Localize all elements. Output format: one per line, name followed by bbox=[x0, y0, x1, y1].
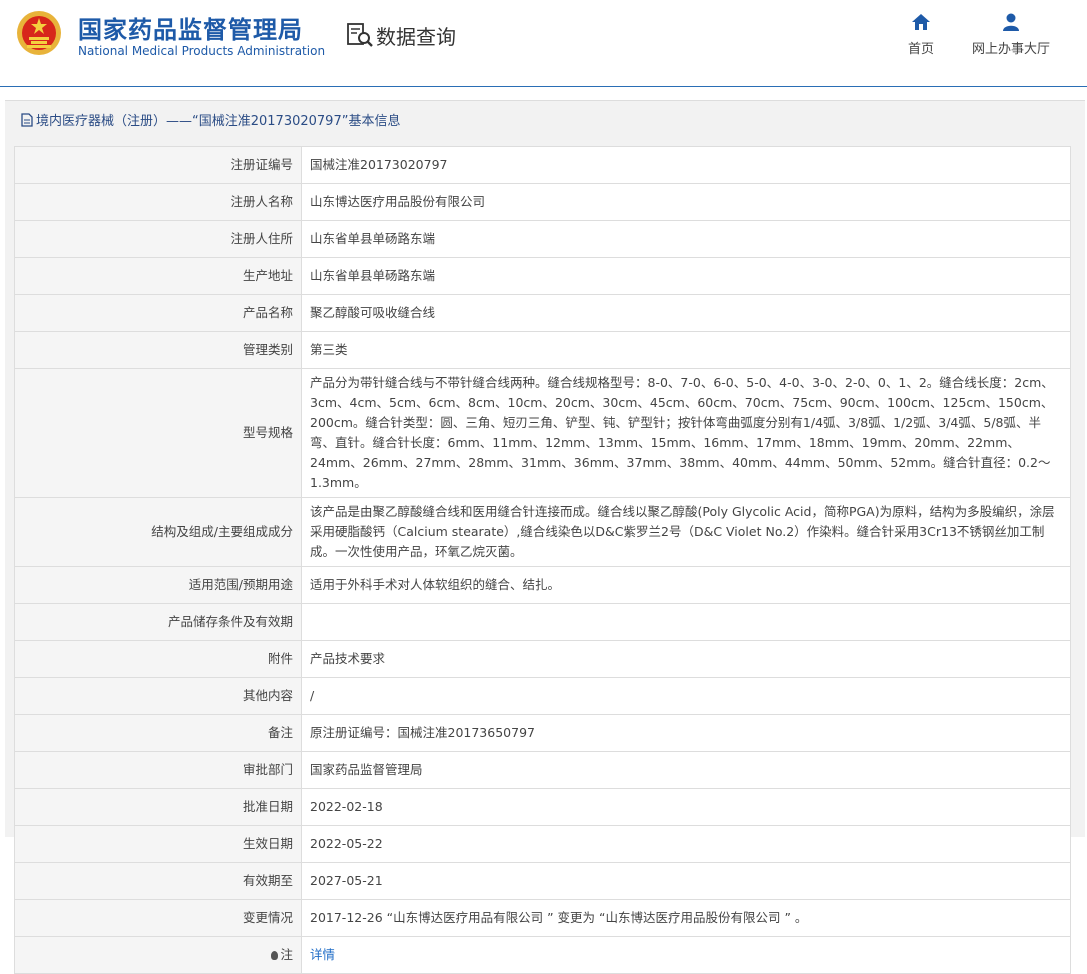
row-value: 2022-02-18 bbox=[301, 788, 1071, 826]
table-row: 型号规格 产品分为带针缝合线与不带针缝合线两种。缝合线规格型号：8-0、7-0、… bbox=[14, 368, 1071, 498]
row-value: 山东博达医疗用品股份有限公司 bbox=[301, 183, 1071, 221]
row-value: 第三类 bbox=[301, 331, 1071, 369]
row-label: 生产地址 bbox=[14, 257, 302, 295]
home-icon bbox=[912, 14, 930, 30]
registration-info-table: 注册证编号 国械注准20173020797 注册人名称 山东博达医疗用品股份有限… bbox=[14, 146, 1071, 974]
lightbulb-icon bbox=[271, 951, 279, 960]
table-row: 备注 原注册证编号：国械注准20173650797 bbox=[14, 714, 1071, 752]
row-label: 结构及组成/主要组成成分 bbox=[14, 497, 302, 567]
note-row: 注 详情 bbox=[14, 936, 1071, 974]
nav-home-label: 首页 bbox=[907, 42, 934, 57]
table-row: 产品名称 聚乙醇酸可吸收缝合线 bbox=[14, 294, 1071, 332]
row-value: 2027-05-21 bbox=[301, 862, 1071, 900]
nav-home[interactable]: 首页 bbox=[904, 12, 938, 57]
data-query-label: 数据查询 bbox=[376, 24, 456, 49]
row-value: 山东省单县单砀路东端 bbox=[301, 220, 1071, 258]
row-label: 有效期至 bbox=[14, 862, 302, 900]
row-label: 备注 bbox=[14, 714, 302, 752]
row-label: 型号规格 bbox=[14, 368, 302, 498]
table-row: 其他内容 / bbox=[14, 677, 1071, 715]
table-row: 有效期至 2027-05-21 bbox=[14, 862, 1071, 900]
row-label: 产品储存条件及有效期 bbox=[14, 603, 302, 641]
note-label: 注 bbox=[14, 936, 302, 974]
row-label: 注册证编号 bbox=[14, 146, 302, 184]
table-row: 产品储存条件及有效期 bbox=[14, 603, 1071, 641]
row-label: 附件 bbox=[14, 640, 302, 678]
table-row: 生产地址 山东省单县单砀路东端 bbox=[14, 257, 1071, 295]
row-label: 其他内容 bbox=[14, 677, 302, 715]
table-row: 批准日期 2022-02-18 bbox=[14, 788, 1071, 826]
row-label: 管理类别 bbox=[14, 331, 302, 369]
national-emblem-icon bbox=[17, 11, 61, 55]
nav-online-service-hall[interactable]: 网上办事大厅 bbox=[968, 12, 1054, 57]
table-row: 附件 产品技术要求 bbox=[14, 640, 1071, 678]
table-row: 结构及组成/主要组成成分 该产品是由聚乙醇酸缝合线和医用缝合针连接而成。缝合线以… bbox=[14, 497, 1071, 567]
table-row: 审批部门 国家药品监督管理局 bbox=[14, 751, 1071, 789]
row-value: 山东省单县单砀路东端 bbox=[301, 257, 1071, 295]
user-icon bbox=[1003, 13, 1019, 31]
row-value: 国械注准20173020797 bbox=[301, 146, 1071, 184]
agency-name-cn: 国家药品监督管理局 bbox=[78, 16, 303, 44]
row-value bbox=[301, 603, 1071, 641]
site-header: 国家药品监督管理局 National Medical Products Admi… bbox=[0, 0, 1087, 87]
row-value: 2017-12-26 “山东博达医疗用品有限公司 ” 变更为 “山东博达医疗用品… bbox=[301, 899, 1071, 937]
row-value: 2022-05-22 bbox=[301, 825, 1071, 863]
nav-hall-label: 网上办事大厅 bbox=[971, 42, 1050, 57]
table-row: 管理类别 第三类 bbox=[14, 331, 1071, 369]
row-value: 产品技术要求 bbox=[301, 640, 1071, 678]
row-label: 审批部门 bbox=[14, 751, 302, 789]
row-label: 生效日期 bbox=[14, 825, 302, 863]
row-value: 适用于外科手术对人体软组织的缝合、结扎。 bbox=[301, 566, 1071, 604]
panel-title: 境内医疗器械（注册）——“国械注准20173020797”基本信息 bbox=[21, 110, 400, 129]
table-row: 变更情况 2017-12-26 “山东博达医疗用品有限公司 ” 变更为 “山东博… bbox=[14, 899, 1071, 937]
table-row: 适用范围/预期用途 适用于外科手术对人体软组织的缝合、结扎。 bbox=[14, 566, 1071, 604]
details-link[interactable]: 详情 bbox=[310, 947, 335, 962]
row-label: 变更情况 bbox=[14, 899, 302, 937]
document-search-icon bbox=[347, 23, 373, 47]
row-label: 注册人住所 bbox=[14, 220, 302, 258]
table-row: 注册人住所 山东省单县单砀路东端 bbox=[14, 220, 1071, 258]
row-label: 注册人名称 bbox=[14, 183, 302, 221]
row-label: 适用范围/预期用途 bbox=[14, 566, 302, 604]
panel-title-text: 境内医疗器械（注册）——“国械注准20173020797”基本信息 bbox=[36, 114, 401, 129]
row-label: 产品名称 bbox=[14, 294, 302, 332]
row-value: 产品分为带针缝合线与不带针缝合线两种。缝合线规格型号：8-0、7-0、6-0、5… bbox=[301, 368, 1071, 498]
row-value: 聚乙醇酸可吸收缝合线 bbox=[301, 294, 1071, 332]
table-row: 生效日期 2022-05-22 bbox=[14, 825, 1071, 863]
row-label: 批准日期 bbox=[14, 788, 302, 826]
agency-name-en: National Medical Products Administration bbox=[78, 44, 326, 58]
data-query-section[interactable]: 数据查询 bbox=[346, 20, 456, 50]
row-value: / bbox=[301, 677, 1071, 715]
row-value: 该产品是由聚乙醇酸缝合线和医用缝合针连接而成。缝合线以聚乙醇酸(Poly Gly… bbox=[301, 497, 1071, 567]
table-row: 注册人名称 山东博达医疗用品股份有限公司 bbox=[14, 183, 1071, 221]
row-value: 原注册证编号：国械注准20173650797 bbox=[301, 714, 1071, 752]
row-value: 国家药品监督管理局 bbox=[301, 751, 1071, 789]
table-row: 注册证编号 国械注准20173020797 bbox=[14, 146, 1071, 184]
document-icon bbox=[21, 112, 33, 127]
note-label-text: 注 bbox=[280, 947, 293, 962]
note-value: 详情 bbox=[301, 936, 1071, 974]
